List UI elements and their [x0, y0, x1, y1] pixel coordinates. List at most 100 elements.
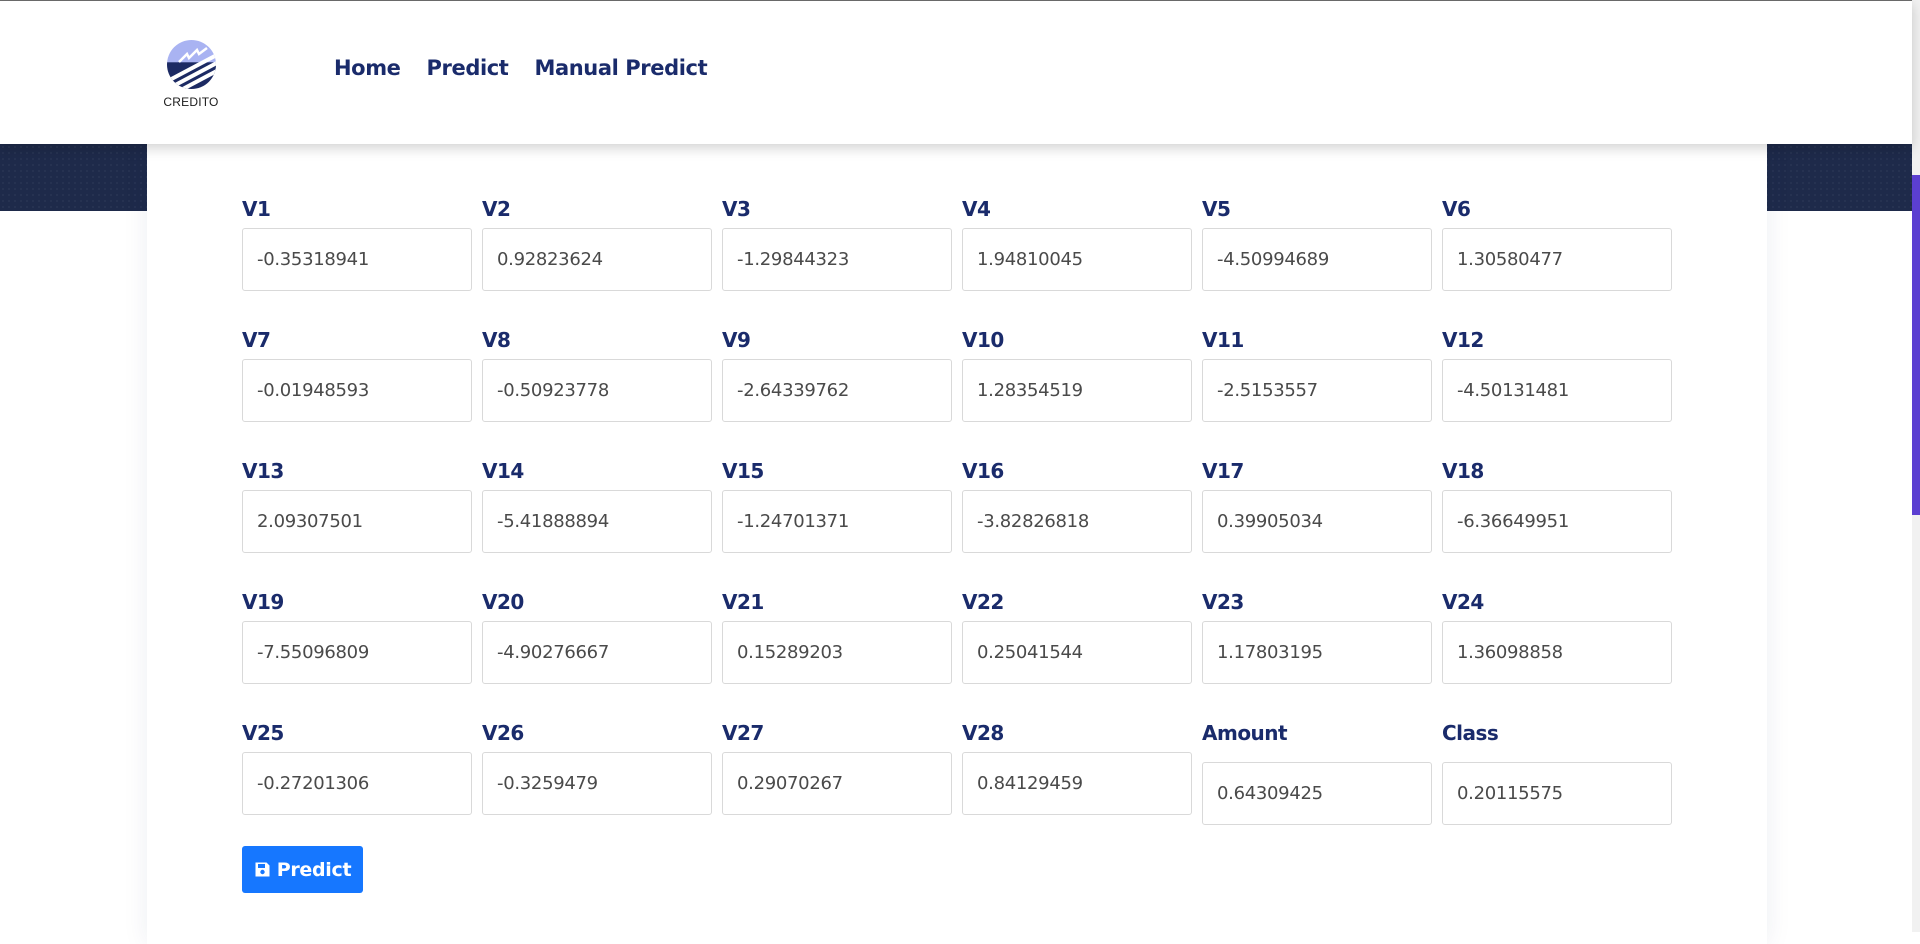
field-label-v27: V27 [722, 721, 764, 745]
field-label-v1: V1 [242, 197, 271, 221]
field-input-v8[interactable] [482, 359, 712, 422]
prediction-form-card: V1 V2 V3 V4 V5 V6 V7 V8 V9 V10 V11 V12 V13 V14 V15 V16 V… [147, 144, 1767, 944]
field-label-v17: V17 [1202, 459, 1244, 483]
field-input-v4[interactable] [962, 228, 1192, 291]
nav-predict[interactable]: Predict [427, 56, 509, 80]
field-amount: Amount [1202, 720, 1432, 825]
field-input-v15[interactable] [722, 490, 952, 553]
field-v20: V20 [482, 589, 712, 684]
field-input-v5[interactable] [1202, 228, 1432, 291]
brand-name: CREDITO [163, 95, 219, 109]
nav-home[interactable]: Home [334, 56, 401, 80]
field-label-v21: V21 [722, 590, 764, 614]
field-input-v18[interactable] [1442, 490, 1672, 553]
field-label-v19: V19 [242, 590, 284, 614]
field-input-v1[interactable] [242, 228, 472, 291]
field-v24: V24 [1442, 589, 1672, 684]
field-v7: V7 [242, 327, 472, 422]
field-v13: V13 [242, 458, 472, 553]
field-input-v28[interactable] [962, 752, 1192, 815]
field-v8: V8 [482, 327, 712, 422]
field-v3: V3 [722, 196, 952, 291]
field-v14: V14 [482, 458, 712, 553]
field-v27: V27 [722, 720, 952, 815]
field-label-v14: V14 [482, 459, 524, 483]
field-label-v6: V6 [1442, 197, 1471, 221]
field-v2: V2 [482, 196, 712, 291]
field-v9: V9 [722, 327, 952, 422]
field-label-v23: V23 [1202, 590, 1244, 614]
field-v28: V28 [962, 720, 1192, 815]
field-input-v21[interactable] [722, 621, 952, 684]
field-input-v26[interactable] [482, 752, 712, 815]
field-v26: V26 [482, 720, 712, 815]
field-v5: V5 [1202, 196, 1432, 291]
field-input-amount[interactable] [1202, 762, 1432, 825]
predict-button[interactable]: Predict [242, 846, 363, 893]
field-label-v13: V13 [242, 459, 284, 483]
field-v23: V23 [1202, 589, 1432, 684]
field-label-v8: V8 [482, 328, 511, 352]
field-input-v20[interactable] [482, 621, 712, 684]
field-v19: V19 [242, 589, 472, 684]
field-input-v11[interactable] [1202, 359, 1432, 422]
field-v22: V22 [962, 589, 1192, 684]
field-input-v3[interactable] [722, 228, 952, 291]
field-input-v2[interactable] [482, 228, 712, 291]
field-input-v14[interactable] [482, 490, 712, 553]
field-label-v12: V12 [1442, 328, 1484, 352]
field-input-v6[interactable] [1442, 228, 1672, 291]
brand-logo[interactable]: CREDITO [160, 39, 222, 111]
field-input-v24[interactable] [1442, 621, 1672, 684]
field-input-class[interactable] [1442, 762, 1672, 825]
field-label-class: Class [1442, 721, 1499, 745]
field-input-v10[interactable] [962, 359, 1192, 422]
field-label-v26: V26 [482, 721, 524, 745]
field-label-v3: V3 [722, 197, 751, 221]
field-input-v27[interactable] [722, 752, 952, 815]
field-label-v20: V20 [482, 590, 524, 614]
field-label-v18: V18 [1442, 459, 1484, 483]
field-input-v16[interactable] [962, 490, 1192, 553]
field-input-v7[interactable] [242, 359, 472, 422]
field-v21: V21 [722, 589, 952, 684]
logo-emblem-icon [167, 40, 216, 89]
field-input-v22[interactable] [962, 621, 1192, 684]
field-input-v25[interactable] [242, 752, 472, 815]
field-v16: V16 [962, 458, 1192, 553]
field-v11: V11 [1202, 327, 1432, 422]
field-label-v10: V10 [962, 328, 1004, 352]
field-label-v25: V25 [242, 721, 284, 745]
field-input-v23[interactable] [1202, 621, 1432, 684]
save-icon [254, 861, 271, 878]
field-v17: V17 [1202, 458, 1432, 553]
page-scrollbar[interactable] [1912, 0, 1920, 932]
nav-manual-predict[interactable]: Manual Predict [534, 56, 707, 80]
field-v10: V10 [962, 327, 1192, 422]
field-v25: V25 [242, 720, 472, 815]
predict-button-label: Predict [276, 858, 352, 881]
field-label-v2: V2 [482, 197, 511, 221]
field-label-v24: V24 [1442, 590, 1484, 614]
field-input-v17[interactable] [1202, 490, 1432, 553]
field-label-v28: V28 [962, 721, 1004, 745]
field-input-v12[interactable] [1442, 359, 1672, 422]
field-input-v19[interactable] [242, 621, 472, 684]
field-label-v5: V5 [1202, 197, 1231, 221]
field-label-v11: V11 [1202, 328, 1244, 352]
field-v4: V4 [962, 196, 1192, 291]
field-label-v22: V22 [962, 590, 1004, 614]
field-v18: V18 [1442, 458, 1672, 553]
field-label-v7: V7 [242, 328, 271, 352]
field-v6: V6 [1442, 196, 1672, 291]
field-input-v9[interactable] [722, 359, 952, 422]
field-input-v13[interactable] [242, 490, 472, 553]
field-v15: V15 [722, 458, 952, 553]
field-v12: V12 [1442, 327, 1672, 422]
scrollbar-thumb[interactable] [1912, 175, 1920, 515]
field-label-v16: V16 [962, 459, 1004, 483]
main-nav: Home Predict Manual Predict [334, 56, 708, 80]
field-label-amount: Amount [1202, 721, 1288, 745]
field-v1: V1 [242, 196, 472, 291]
field-label-v4: V4 [962, 197, 991, 221]
